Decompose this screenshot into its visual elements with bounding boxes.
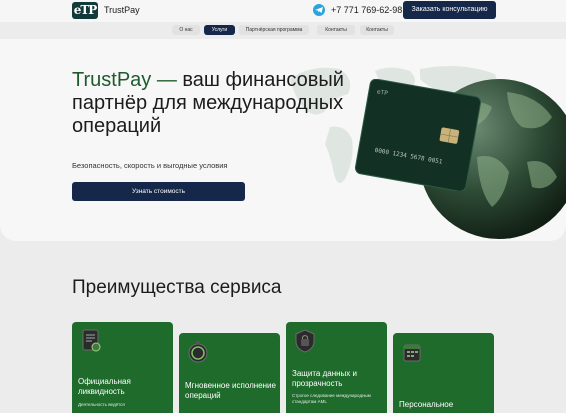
get-price-button[interactable]: Узнать стоимость xyxy=(72,182,245,201)
brand-name[interactable]: TrustPay xyxy=(104,5,140,15)
page: eTP TrustPay +7 771 769-62-98 Заказать к… xyxy=(0,0,566,413)
advantage-label: Персональное xyxy=(399,400,454,409)
advantage-desc: Строгое следование международным стандар… xyxy=(292,393,371,404)
telegram-icon[interactable] xyxy=(313,4,325,16)
main-nav: О нас Услуги Партнёрская программа Конта… xyxy=(0,22,566,39)
consultation-button[interactable]: Заказать консультацию xyxy=(403,1,496,19)
lock-icon xyxy=(295,329,315,353)
phone-link[interactable]: +7 771 769-62-98 xyxy=(331,5,402,15)
advantage-label: Мгновенное исполнение операций xyxy=(185,381,276,400)
hero-title: TrustPay — ваш финансовый партнёр для ме… xyxy=(72,69,352,138)
logo-mark[interactable]: eTP xyxy=(72,2,98,19)
advantages-title: Преимущества сервиса xyxy=(72,277,282,298)
advantage-card-instant[interactable]: Мгновенное исполнение операций xyxy=(179,333,280,413)
hero-subtitle: Безопасность, скорость и выгодные услови… xyxy=(72,161,228,170)
nav-item-contacts[interactable]: Контакты xyxy=(317,25,355,35)
stopwatch-icon xyxy=(188,341,208,363)
advantage-card-liquidity[interactable]: Официальная ликвидность Деятельность вед… xyxy=(72,322,173,413)
bank-card-illustration: 0000 1234 5678 0051 eTP xyxy=(354,79,482,191)
nav-item-about[interactable]: О нас xyxy=(172,25,200,35)
advantage-label: Официальная ликвидность xyxy=(78,377,131,396)
advantage-card-protection[interactable]: Защита данных и прозрачность Строгое сле… xyxy=(286,322,387,413)
nav-item-partner-program[interactable]: Партнёрская программа xyxy=(239,25,309,35)
site-header: eTP TrustPay +7 771 769-62-98 Заказать к… xyxy=(0,0,566,22)
document-icon xyxy=(82,329,101,352)
calendar-icon xyxy=(403,344,421,362)
advantage-desc: Деятельность ведётся xyxy=(78,402,125,407)
advantage-card-personal[interactable]: Персональное xyxy=(393,333,494,413)
hero-section: TrustPay — ваш финансовый партнёр для ме… xyxy=(0,39,566,241)
nav-item-contacts-2[interactable]: Контакты xyxy=(360,25,394,35)
hero-title-brand: TrustPay — xyxy=(72,69,177,91)
advantage-label: Защита данных и прозрачность xyxy=(292,369,357,388)
nav-item-services[interactable]: Услуги xyxy=(204,25,235,35)
